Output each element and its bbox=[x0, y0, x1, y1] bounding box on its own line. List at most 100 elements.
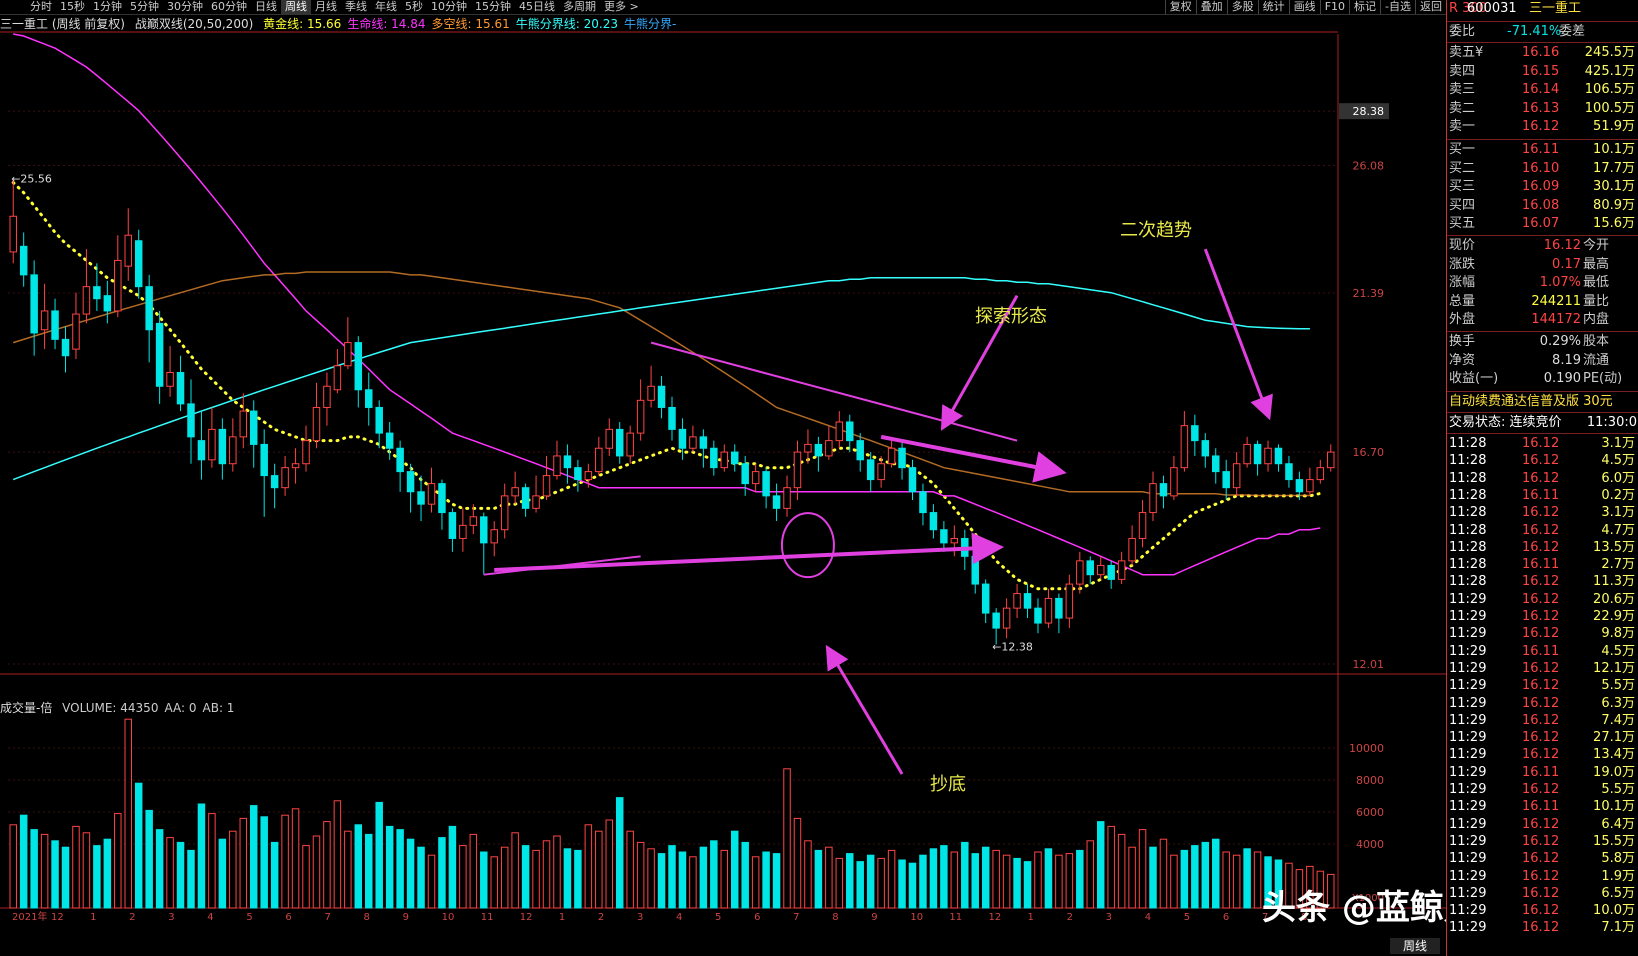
bottom-period-tab[interactable]: 周线 bbox=[1390, 938, 1440, 954]
candle-body bbox=[438, 483, 446, 514]
tool-button[interactable]: -自选 bbox=[1380, 0, 1415, 14]
volume-bar bbox=[1159, 838, 1168, 909]
candle-body bbox=[448, 512, 457, 539]
tool-button[interactable]: 多股 bbox=[1226, 0, 1258, 14]
panel-text: 涨跌 bbox=[1449, 256, 1476, 272]
period-tab[interactable]: 45日线 bbox=[515, 0, 559, 14]
candle-body bbox=[145, 286, 153, 331]
panel-text: 16.12 bbox=[1522, 539, 1560, 555]
volume-bar bbox=[615, 797, 624, 909]
panel-text: 16.12 bbox=[1522, 695, 1560, 711]
candle-body bbox=[1096, 564, 1105, 576]
volume-bar bbox=[312, 835, 321, 909]
panel-text: 11:29 bbox=[1449, 885, 1487, 901]
candle-body bbox=[1285, 463, 1293, 481]
candle-body bbox=[1191, 425, 1199, 442]
period-tab[interactable]: 周线 bbox=[281, 0, 311, 14]
volume-bar bbox=[783, 768, 791, 909]
date-tick-label: 4 bbox=[1145, 912, 1151, 923]
tool-button[interactable]: 叠加 bbox=[1195, 0, 1227, 14]
volume-bar bbox=[281, 814, 289, 909]
period-tab[interactable]: 1分钟 bbox=[89, 0, 126, 14]
period-tab[interactable]: 5秒 bbox=[401, 0, 427, 14]
period-tab[interactable]: 30分钟 bbox=[163, 0, 207, 14]
candle-body bbox=[940, 529, 948, 544]
candle-body bbox=[103, 295, 112, 312]
panel-text: 最低 bbox=[1583, 275, 1610, 290]
panel-text: 17.7万 bbox=[1593, 160, 1635, 176]
tool-button[interactable]: 统计 bbox=[1257, 0, 1289, 14]
panel-text: 4.5万 bbox=[1601, 643, 1635, 659]
tool-button[interactable]: F10 bbox=[1319, 0, 1349, 14]
indicator-header: 三一重工 (周线 前复权) 战巅双线(20,50,200) 黄金线: 15.66… bbox=[0, 16, 688, 32]
period-tab[interactable]: 多周期 bbox=[559, 0, 600, 14]
candle-body bbox=[218, 428, 227, 465]
period-tab[interactable]: 15秒 bbox=[56, 0, 89, 14]
volume-title[interactable]: 成交量-倍 bbox=[0, 701, 52, 715]
indicator-name[interactable]: 战巅双线(20,50,200) bbox=[135, 17, 253, 31]
panel-text: 1.9万 bbox=[1601, 868, 1635, 884]
panel-text: 100.5万 bbox=[1584, 100, 1635, 116]
period-tab[interactable]: 年线 bbox=[371, 0, 401, 14]
panel-text: 11.3万 bbox=[1593, 574, 1635, 590]
tool-button[interactable]: 返回 bbox=[1415, 0, 1446, 14]
period-tab[interactable]: 10分钟 bbox=[427, 0, 471, 14]
date-tick-label: 5 bbox=[715, 912, 721, 923]
tick-row: 11:29 16.12 13.4万 bbox=[1447, 746, 1638, 764]
candle-body bbox=[887, 447, 896, 465]
panel-text: 卖一 bbox=[1449, 119, 1476, 134]
period-tab[interactable]: 更多 > bbox=[600, 0, 643, 14]
tick-row: 11:29 16.12 15.5万 bbox=[1447, 833, 1638, 851]
candle-body bbox=[1107, 564, 1115, 580]
date-tick-label: 7 bbox=[793, 912, 799, 923]
candle-body bbox=[1002, 607, 1011, 629]
panel-text: 4.7万 bbox=[1601, 522, 1635, 538]
date-tick-label: 4 bbox=[207, 912, 213, 923]
tool-button[interactable]: 画线 bbox=[1288, 0, 1320, 14]
volume-bar bbox=[1076, 849, 1084, 909]
candle-body bbox=[762, 471, 770, 497]
panel-text: 244211 bbox=[1531, 293, 1581, 309]
volume-bar bbox=[396, 829, 404, 909]
volume-bar bbox=[730, 830, 739, 909]
tick-row: 11:28 16.11 2.7万 bbox=[1447, 556, 1638, 574]
panel-text: 8.19 bbox=[1552, 352, 1581, 368]
tick-row: 11:29 16.12 5.8万 bbox=[1447, 850, 1638, 868]
panel-text: 16.12 bbox=[1522, 816, 1560, 832]
period-tab[interactable]: 月线 bbox=[311, 0, 341, 14]
candle-body bbox=[595, 447, 603, 473]
period-tab[interactable]: 60分钟 bbox=[207, 0, 251, 14]
quote-stat: 净资 8.19 流通 bbox=[1447, 352, 1638, 370]
tool-button[interactable]: 复权 bbox=[1164, 0, 1196, 14]
period-tab[interactable]: 15分钟 bbox=[471, 0, 515, 14]
candle-body bbox=[1023, 593, 1032, 609]
panel-text: 19.0万 bbox=[1593, 764, 1635, 780]
period-tab[interactable]: 5分钟 bbox=[126, 0, 163, 14]
volume-bar bbox=[898, 859, 906, 909]
candle-body bbox=[1306, 479, 1314, 493]
chart-title: 三一重工 (周线 前复权) bbox=[0, 17, 125, 31]
period-tab[interactable]: 季线 bbox=[341, 0, 371, 14]
candle-body bbox=[751, 471, 760, 485]
panel-text: 11:28 bbox=[1449, 522, 1487, 538]
volume-bar bbox=[1128, 846, 1136, 909]
volume-bar bbox=[417, 846, 425, 909]
candle-body bbox=[950, 537, 959, 544]
panel-text: 16.12 bbox=[1522, 885, 1560, 901]
candle-body bbox=[51, 310, 59, 340]
volume-bar bbox=[1086, 840, 1095, 909]
tool-button[interactable]: 标记 bbox=[1349, 0, 1380, 14]
panel-text: 7.4万 bbox=[1601, 712, 1635, 728]
period-tab[interactable]: 日线 bbox=[251, 0, 281, 14]
panel-text: 80.9万 bbox=[1593, 197, 1635, 213]
period-tab[interactable]: 分时 bbox=[26, 0, 56, 14]
date-tick-label: 10 bbox=[442, 912, 455, 923]
candle-body bbox=[553, 455, 561, 477]
candle-body bbox=[229, 436, 237, 465]
chart-svg[interactable]: 28.38 26.08 21.39 16.70 12.01 ←25.56 ←12.38 100… bbox=[0, 0, 1446, 956]
annotation-second-trend: 二次趋势 bbox=[1120, 220, 1192, 241]
volume-bar bbox=[1170, 854, 1178, 909]
date-tick-label: 8 bbox=[364, 912, 370, 923]
volume-bar bbox=[124, 718, 132, 909]
date-tick-label: 2 bbox=[598, 912, 604, 923]
